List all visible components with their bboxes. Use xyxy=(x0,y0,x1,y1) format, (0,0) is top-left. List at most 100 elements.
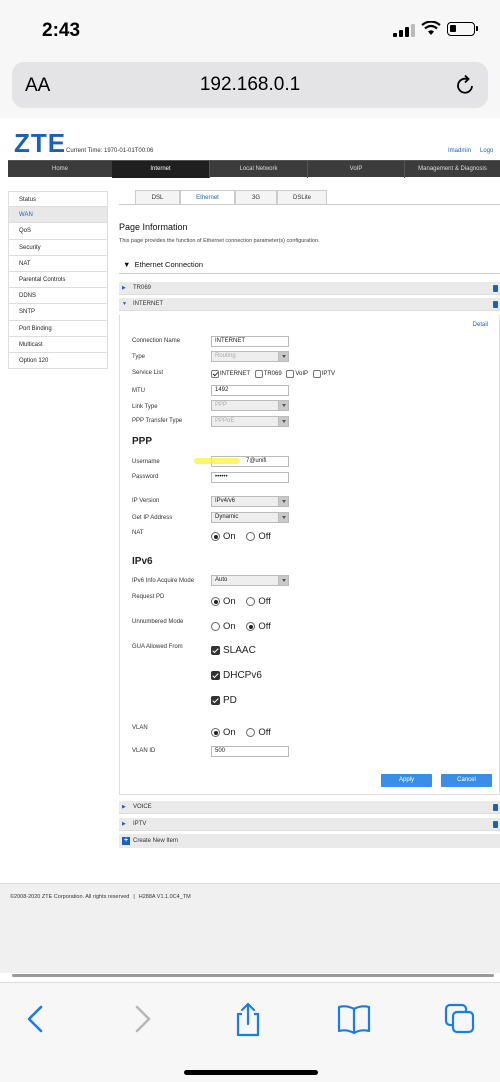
gua-dhcpv6-checkbox[interactable] xyxy=(211,671,220,680)
tab-ethernet[interactable]: Ethernet xyxy=(180,190,235,205)
address-bar[interactable]: AA 192.168.0.1 xyxy=(12,62,488,108)
nat-off-label: Off xyxy=(258,531,271,542)
delete-icon[interactable] xyxy=(493,301,498,308)
vlan-off-radio[interactable] xyxy=(246,728,256,737)
service-tr069-checkbox[interactable] xyxy=(254,370,263,378)
ppp-transfer-select[interactable]: PPPoE xyxy=(211,416,289,427)
ipv6-mode-value: Auto xyxy=(215,577,228,583)
back-icon[interactable] xyxy=(16,1001,56,1037)
service-iptv-label: IPTV xyxy=(321,371,336,377)
get-ip-select[interactable]: Dynamic xyxy=(211,512,289,523)
password-input[interactable]: •••••• xyxy=(211,472,289,483)
unnumbered-off-label: Off xyxy=(258,621,271,632)
share-icon[interactable] xyxy=(228,1001,268,1037)
plus-icon: + xyxy=(122,837,130,845)
ip-version-value: IPv4/v6 xyxy=(215,498,236,504)
sidebar-item-nat[interactable]: NAT xyxy=(8,255,108,272)
accordion-label: VOICE xyxy=(133,804,152,810)
accordion-voice[interactable]: ▶ VOICE xyxy=(119,801,500,814)
connection-name-label: Connection Name xyxy=(132,338,181,344)
tab-dslite[interactable]: DSLite xyxy=(277,190,327,205)
current-time: Current Time: 1970-01-01T00:06 xyxy=(66,148,154,154)
nat-off-radio[interactable] xyxy=(246,532,256,541)
unnumbered-off-radio[interactable] xyxy=(246,622,256,631)
accordion-label: IPTV xyxy=(133,821,147,827)
nav-management[interactable]: Management & Diagnosis xyxy=(405,161,500,178)
sidebar-item-parental-controls[interactable]: Parental Controls xyxy=(8,271,108,289)
nav-voip[interactable]: VoIP xyxy=(308,161,404,178)
tabs-icon[interactable] xyxy=(440,1001,480,1037)
zte-logo: ZTE xyxy=(14,128,67,158)
gua-label: GUA Allowed From xyxy=(132,644,183,650)
tab-3g[interactable]: 3G xyxy=(235,190,277,205)
horizontal-scrollbar[interactable] xyxy=(12,974,494,977)
password-label: Password xyxy=(132,474,159,480)
forward-icon[interactable] xyxy=(122,1001,162,1037)
sidebar-item-qos[interactable]: QoS xyxy=(8,223,108,240)
expand-arrow-icon: ▶ xyxy=(122,804,126,810)
unnumbered-on-radio[interactable] xyxy=(211,622,220,631)
delete-icon[interactable] xyxy=(493,821,498,828)
vlan-id-input[interactable]: 500 xyxy=(211,746,289,757)
nat-on-radio[interactable] xyxy=(211,532,220,541)
gua-slaac-option[interactable]: SLAAC xyxy=(211,645,256,656)
section-title[interactable]: ▼ Ethernet Connection xyxy=(123,260,203,269)
mtu-input[interactable]: 1492 xyxy=(211,385,289,396)
request-pd-off-radio[interactable] xyxy=(246,597,256,606)
reload-icon[interactable] xyxy=(456,74,476,96)
ipv6-heading: IPv6 xyxy=(132,556,153,567)
accordion-internet[interactable]: ▼ INTERNET xyxy=(119,298,500,311)
connection-name-input[interactable]: INTERNET xyxy=(211,336,289,347)
internet-panel: Detail xyxy=(119,315,500,795)
bookmarks-icon[interactable] xyxy=(334,1001,374,1037)
cancel-button[interactable]: Cancel xyxy=(441,774,492,787)
type-select[interactable]: Routing xyxy=(211,351,289,362)
delete-icon[interactable] xyxy=(493,285,498,292)
user-link[interactable]: Imadmin xyxy=(448,148,471,154)
service-voip-label: VoIP xyxy=(295,371,309,377)
service-iptv-checkbox[interactable] xyxy=(312,370,321,378)
url-text[interactable]: 192.168.0.1 xyxy=(12,74,488,96)
vlan-on-radio[interactable] xyxy=(211,728,220,737)
vlan-on-label: On xyxy=(223,727,236,738)
sidebar-item-wan[interactable]: WAN xyxy=(8,207,108,224)
link-type-select[interactable]: PPP xyxy=(211,400,289,411)
nat-on-label: On xyxy=(223,531,236,542)
gua-pd-option[interactable]: PD xyxy=(211,695,237,706)
ipv6-mode-select[interactable]: Auto xyxy=(211,575,289,586)
sidebar-item-sntp[interactable]: SNTP xyxy=(8,304,108,321)
accordion-iptv[interactable]: ▶ IPTV xyxy=(119,818,500,831)
sidebar-item-ddns[interactable]: DDNS xyxy=(8,288,108,305)
request-pd-on-radio[interactable] xyxy=(211,597,220,606)
wifi-icon xyxy=(421,21,441,35)
service-list: INTERNET TR069 VoIP IPTV xyxy=(211,370,338,378)
logout-link[interactable]: Logo xyxy=(480,148,493,154)
unnumbered-label: Unnumbered Mode xyxy=(132,619,184,625)
user-links: Imadmin Logo xyxy=(448,148,500,154)
accordion-tr069[interactable]: ▶ TR069 xyxy=(119,282,500,295)
apply-button[interactable]: Apply xyxy=(381,774,432,787)
detail-link[interactable]: Detail xyxy=(473,322,488,328)
sidebar-item-multicast[interactable]: Multicast xyxy=(8,336,108,353)
service-voip-checkbox[interactable] xyxy=(286,370,295,378)
ip-version-select[interactable]: IPv4/v6 xyxy=(211,496,289,507)
service-internet-checkbox[interactable] xyxy=(211,370,219,378)
sidebar-item-status[interactable]: Status xyxy=(8,191,108,208)
ipv6-mode-label: IPv6 Info Acquire Mode xyxy=(132,578,195,584)
gua-slaac-label: SLAAC xyxy=(223,645,256,656)
unnumbered-on-label: On xyxy=(223,621,236,632)
sidebar-item-port-binding[interactable]: Port Binding xyxy=(8,320,108,337)
nav-local-network[interactable]: Local Network xyxy=(210,161,307,178)
gua-dhcpv6-option[interactable]: DHCPv6 xyxy=(211,670,262,681)
sidebar-item-option-120[interactable]: Option 120 xyxy=(8,352,108,370)
create-new-item-button[interactable]: + Create New Item xyxy=(119,834,500,848)
gua-slaac-checkbox[interactable] xyxy=(211,646,220,655)
nav-internet[interactable]: Internet xyxy=(112,161,209,178)
sidebar-item-security[interactable]: Security xyxy=(8,239,108,256)
page-info-desc: This page provides the function of Ether… xyxy=(119,238,320,244)
nav-home[interactable]: Home xyxy=(8,161,112,178)
gua-pd-checkbox[interactable] xyxy=(211,696,220,705)
tab-dsl[interactable]: DSL xyxy=(135,190,180,205)
delete-icon[interactable] xyxy=(493,804,498,811)
unnumbered-radio-group: On Off xyxy=(211,621,279,632)
